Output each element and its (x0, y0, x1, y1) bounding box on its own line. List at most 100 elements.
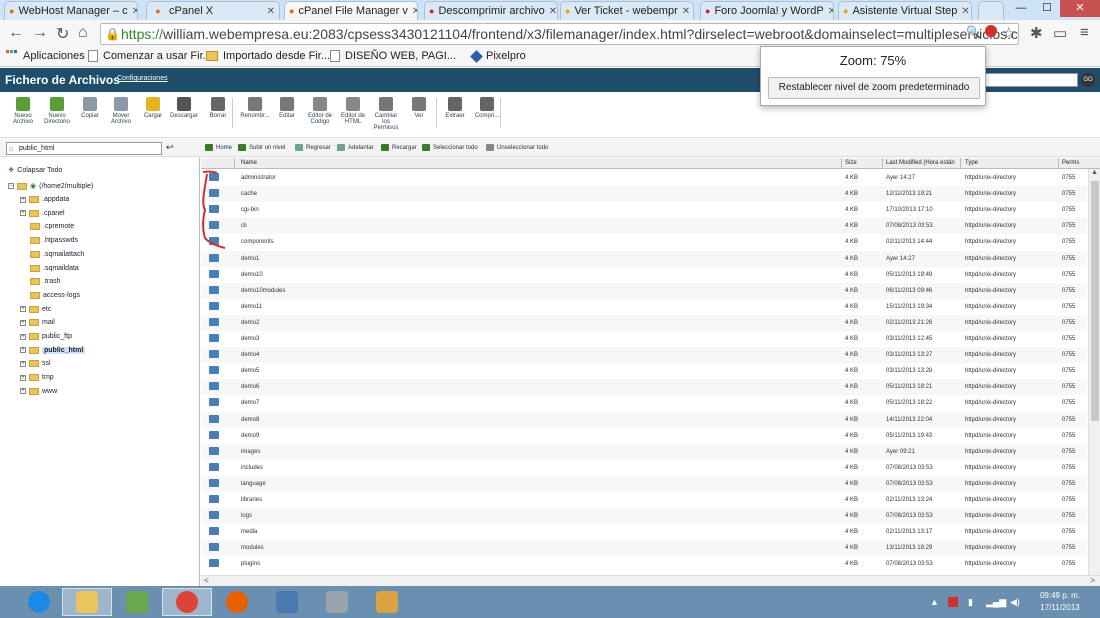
bookmark-item[interactable]: DISEÑO WEB, PAGI... (330, 50, 456, 62)
column-header-type[interactable]: Type (965, 160, 978, 166)
bookmark-star-icon[interactable]: ☆ (1002, 24, 1015, 42)
tree-item[interactable]: .htpasswds (30, 237, 78, 245)
taskbar-app[interactable] (262, 588, 312, 616)
table-row[interactable]: components 4 KB 02/11/2013 14:44 httpd/unix… (201, 234, 1087, 251)
scroll-right-icon[interactable]: > (1090, 576, 1095, 585)
table-row[interactable]: demo8 4 KB 14/11/2013 22:04 httpd/unix-dire… (201, 411, 1087, 428)
volume-icon[interactable]: ◀) (1010, 597, 1020, 608)
reload-icon[interactable]: ↻ (56, 24, 69, 44)
tree-item[interactable]: + mail (20, 319, 55, 327)
column-header-modified[interactable]: Last Modified (Hora están (886, 160, 955, 166)
close-window-button[interactable]: ✕ (1060, 0, 1100, 17)
table-row[interactable]: demo6 4 KB 05/11/2013 18:21 httpd/unix-dire… (201, 379, 1087, 396)
maximize-button[interactable]: ☐ (1034, 0, 1060, 17)
home-icon[interactable]: ⌂ (78, 24, 88, 42)
toolbar-button[interactable]: Extraer (440, 97, 470, 119)
expand-toggle-icon[interactable]: + (20, 210, 26, 217)
tab-close-icon[interactable]: ✕ (678, 6, 690, 17)
table-row[interactable]: administrator 4 KB Ayer 14:27 httpd/unix-di… (201, 170, 1087, 186)
extension-puzzle-icon[interactable]: ✱ (1030, 24, 1043, 42)
toolbar-button[interactable]: Ver (404, 97, 434, 119)
collapse-all-button[interactable]: ❖ Colapsar Todo (8, 166, 62, 175)
tree-item[interactable]: + ssl (20, 360, 51, 368)
toolbar-button[interactable]: Cambiar los Permisos (371, 97, 401, 131)
expand-toggle-icon[interactable]: + (20, 306, 26, 313)
column-divider[interactable] (1058, 158, 1059, 169)
new-tab-button[interactable] (978, 1, 1004, 20)
taskbar-app[interactable] (14, 588, 64, 616)
horizontal-scrollbar[interactable]: < > (201, 575, 1100, 586)
toolbar-button[interactable]: Cargar (138, 97, 168, 119)
clock[interactable]: 09:49 p. m. 17/11/2013 (1030, 590, 1090, 614)
scroll-up-icon[interactable]: ▲ (1091, 169, 1098, 176)
table-row[interactable]: includes 4 KB 07/08/2013 03:53 httpd/unix-d… (201, 459, 1087, 476)
expand-toggle-icon[interactable]: + (20, 360, 26, 367)
toolbar-button[interactable]: Copiar (75, 97, 105, 119)
tree-item[interactable]: .sqmaildata (30, 264, 79, 272)
tree-item[interactable]: + public_html (20, 346, 86, 354)
tab-close-icon[interactable]: ✕ (545, 6, 557, 17)
table-row[interactable]: demo9 4 KB 05/11/2013 19:43 httpd/unix-dire… (201, 427, 1087, 444)
url-field[interactable]: 🔒 https://william.webempresa.eu:2083/cps… (100, 23, 1019, 45)
go-button[interactable]: GO (1081, 73, 1095, 87)
forward-icon[interactable]: → (32, 24, 48, 42)
browser-tab[interactable]: ●WebHost Manager – c✕ (4, 1, 138, 20)
toolbar-button[interactable]: Nuevo Archivo (8, 97, 38, 125)
tab-close-icon[interactable]: ✕ (824, 6, 833, 17)
expand-toggle-icon[interactable]: + (20, 196, 26, 203)
table-row[interactable]: media 4 KB 02/11/2013 13:17 httpd/unix-dire… (201, 524, 1087, 541)
table-row[interactable]: logs 4 KB 07/08/2013 03:53 httpd/unix-direc… (201, 508, 1087, 525)
tab-close-icon[interactable]: ✕ (957, 6, 969, 17)
path-button[interactable]: Regresar (295, 144, 331, 151)
tree-item[interactable]: .trash (30, 278, 61, 286)
tree-item[interactable]: + .cpanel (20, 209, 65, 217)
table-row[interactable]: demo1 4 KB Ayer 14:27 httpd/unix-directory 0… (201, 250, 1087, 267)
path-go-icon[interactable]: ↩ (166, 142, 174, 153)
browser-tab[interactable]: ● Asistente Virtual Step ✕ (838, 1, 972, 20)
battery-icon[interactable]: ▮ (968, 597, 973, 608)
tree-item[interactable]: access-logs (30, 291, 80, 299)
column-divider[interactable] (841, 158, 842, 169)
menu-icon[interactable]: ≡ (1080, 24, 1089, 41)
tree-item[interactable]: + etc (20, 305, 51, 313)
browser-tab[interactable]: ●Foro Joomla! y WordP✕ (700, 1, 834, 20)
vertical-scrollbar[interactable]: ▲ (1088, 169, 1100, 576)
column-divider[interactable] (960, 158, 961, 169)
toolbar-button[interactable]: Borrar (203, 97, 233, 119)
settings-link[interactable]: Configuraciones (117, 75, 168, 82)
toolbar-button[interactable]: Mover Archivo (106, 97, 136, 125)
tree-item[interactable]: + tmp (20, 374, 54, 382)
table-row[interactable]: cli 4 KB 07/08/2013 03:53 httpd/unix-direct… (201, 218, 1087, 235)
taskbar-app[interactable] (212, 588, 262, 616)
path-button[interactable]: Home (205, 144, 232, 151)
tree-item[interactable]: .sqmailattach (30, 250, 84, 258)
tree-item[interactable]: + .appdata (20, 196, 69, 203)
table-row[interactable]: demo5 4 KB 03/11/2013 13:28 httpd/unix-dire… (201, 363, 1087, 380)
tab-close-icon[interactable]: ✕ (128, 6, 137, 17)
scroll-left-icon[interactable]: < (204, 576, 209, 585)
table-row[interactable]: demo3 4 KB 03/11/2013 12:45 httpd/unix-dire… (201, 331, 1087, 347)
table-row[interactable]: libraries 4 KB 02/11/2013 13:24 httpd/unix-… (201, 492, 1087, 508)
path-input[interactable]: ⌂ public_html (6, 142, 162, 155)
toolbar-button[interactable]: Editar (272, 97, 302, 119)
bookmark-item[interactable]: Importado desde Fir... (206, 50, 330, 62)
expand-toggle-icon[interactable]: + (20, 333, 26, 340)
window-icon[interactable]: ▭ (1053, 24, 1067, 42)
browser-tab[interactable]: ● cPanel X ✕ (146, 1, 280, 20)
taskbar-app[interactable] (312, 588, 362, 616)
toolbar-button[interactable]: Renombr... (240, 97, 270, 119)
table-row[interactable]: demo10modules 4 KB 06/11/2013 09:46 httpd/u… (201, 282, 1087, 299)
tab-close-icon[interactable]: ✕ (263, 6, 275, 17)
table-row[interactable]: demo11 4 KB 15/11/2013 19:34 httpd/unix-dir… (201, 298, 1087, 315)
table-row[interactable]: images 4 KB Ayer 09:21 httpd/unix-directory… (201, 443, 1087, 460)
browser-tab[interactable]: ●cPanel File Manager v✕ (284, 1, 418, 20)
column-divider[interactable] (882, 158, 883, 169)
table-row[interactable]: demo10 4 KB 05/11/2013 19:49 httpd/unix-dir… (201, 266, 1087, 283)
toolbar-button[interactable]: Descargar (169, 97, 199, 119)
tree-item[interactable]: + public_ftp (20, 333, 72, 340)
zoom-magnifier-icon[interactable]: 🔍 (966, 25, 981, 39)
scrollbar-thumb[interactable] (1091, 181, 1099, 421)
column-header-name[interactable]: Name (241, 160, 257, 166)
bookmark-item[interactable]: Comenzar a usar Fir... (88, 50, 212, 62)
column-header-perms[interactable]: Perms (1062, 160, 1079, 166)
